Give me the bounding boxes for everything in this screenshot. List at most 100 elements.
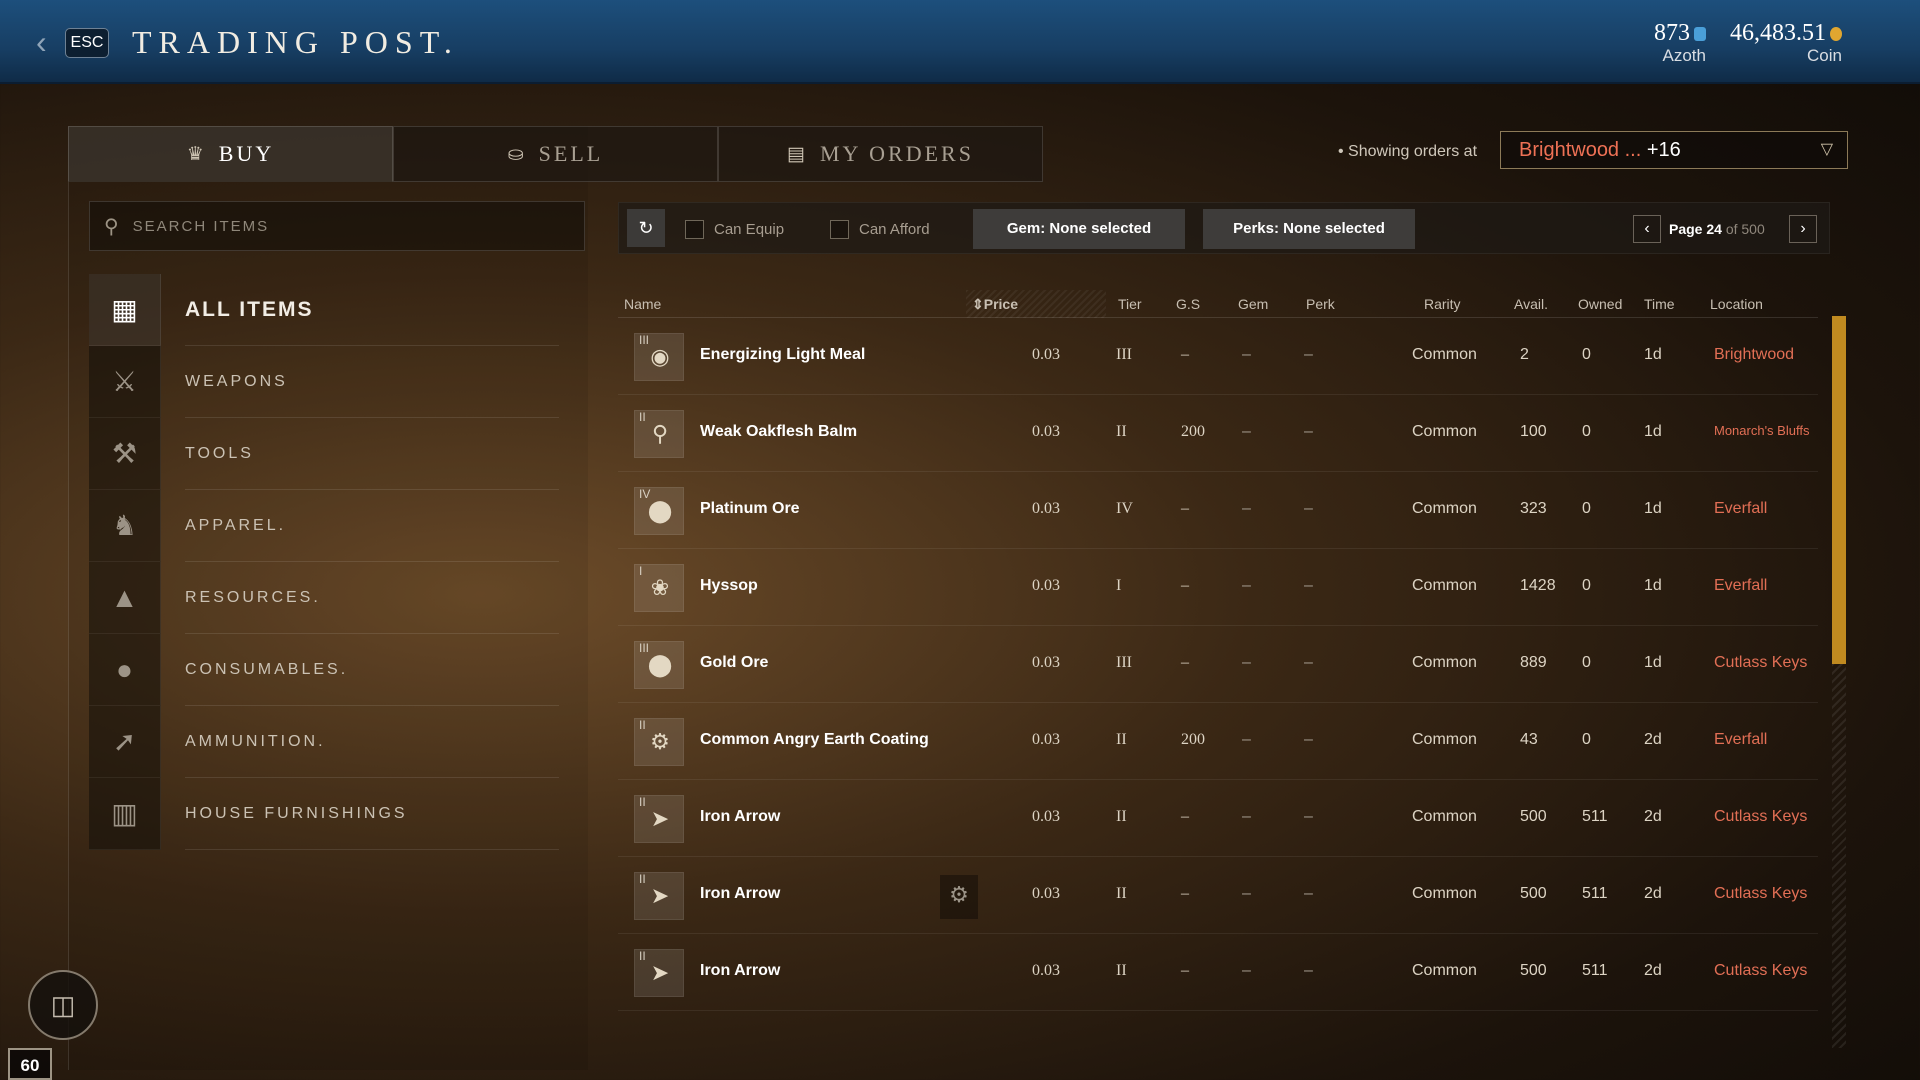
item-rarity: Common	[1412, 808, 1477, 825]
item-tier: III	[1116, 346, 1132, 363]
item-tier: IV	[1116, 500, 1133, 517]
col-location[interactable]: Location	[1710, 296, 1763, 312]
perks-filter-button[interactable]: Perks: None selected	[1203, 209, 1415, 249]
tab-label: MY ORDERS	[820, 141, 974, 166]
azoth-label: Azoth	[1662, 46, 1706, 65]
item-time: 2d	[1644, 885, 1662, 902]
item-price: 0.03	[1032, 808, 1060, 825]
tab-sell[interactable]: ⛀ SELL	[393, 126, 718, 182]
next-page-button[interactable]: ›	[1789, 215, 1817, 243]
table-row[interactable]: III ⬤ Gold Ore 0.03 III – – – Common 889 0 1d Cutlas…	[618, 626, 1818, 703]
item-gear-score: –	[1181, 885, 1189, 902]
item-rarity: Common	[1412, 346, 1477, 363]
item-rarity: Common	[1412, 885, 1477, 902]
table-scrollbar[interactable]	[1832, 316, 1846, 1048]
col-gs[interactable]: G.S	[1176, 296, 1200, 312]
col-price-label: Price	[983, 296, 1018, 312]
page-title: TRADING POST.	[132, 24, 459, 60]
category-label: HOUSE FURNISHINGS	[185, 778, 559, 850]
can-equip-checkbox[interactable]: Can Equip	[685, 220, 784, 239]
item-tier: II	[1116, 885, 1127, 902]
table-row[interactable]: II ➤ Iron Arrow 0.03 II – – – Common 500 511 2d Cutl…	[618, 934, 1818, 1011]
item-gem: –	[1242, 962, 1251, 979]
item-available: 500	[1520, 808, 1547, 825]
table-row[interactable]: III ◉ Energizing Light Meal 0.03 III – – – Commo…	[618, 318, 1818, 395]
can-afford-checkbox[interactable]: Can Afford	[830, 220, 930, 239]
item-time: 1d	[1644, 500, 1662, 517]
page-number: 24	[1706, 221, 1722, 237]
item-icon: I ❀	[634, 564, 684, 612]
tab-buy[interactable]: ♛ BUY	[68, 126, 393, 182]
refresh-button[interactable]: ↻	[627, 209, 665, 247]
item-perk: –	[1304, 808, 1313, 825]
table-row[interactable]: II ⚙ Common Angry Earth Coating 0.03 II 200 – –…	[618, 703, 1818, 780]
col-avail[interactable]: Avail.	[1514, 296, 1548, 312]
item-available: 889	[1520, 654, 1547, 671]
col-price-sorted[interactable]: ⇕Price	[966, 290, 1106, 318]
col-perk[interactable]: Perk	[1306, 296, 1335, 312]
item-owned: 511	[1582, 885, 1608, 902]
item-gem: –	[1242, 500, 1251, 517]
category-weapons[interactable]: ⚔ WEAPONS	[89, 346, 585, 418]
chat-button[interactable]: ◫	[28, 970, 98, 1040]
item-icon: II ➤	[634, 872, 684, 920]
category-house-furnishings[interactable]: ▥ HOUSE FURNISHINGS	[89, 778, 585, 850]
category-consumables[interactable]: ● CONSUMABLES.	[89, 634, 585, 706]
col-rarity[interactable]: Rarity	[1424, 296, 1461, 312]
table-row[interactable]: II ➤ ⚙ Iron Arrow 0.03 II – – – Common 500 511 2d Cut…	[618, 857, 1818, 934]
item-time: 1d	[1644, 654, 1662, 671]
category-tools[interactable]: ⚒ TOOLS	[89, 418, 585, 490]
item-time: 2d	[1644, 731, 1662, 748]
item-rarity: Common	[1412, 577, 1477, 594]
category-apparel[interactable]: ♞ APPAREL.	[89, 490, 585, 562]
table-row[interactable]: I ❀ Hyssop 0.03 I – – – Common 1428 0 1d Everfall	[618, 549, 1818, 626]
item-name: Iron Arrow	[700, 808, 781, 825]
col-owned[interactable]: Owned	[1578, 296, 1622, 312]
table-row[interactable]: IV ⬤ Platinum Ore 0.03 IV – – – Common 323 0 1d Ever…	[618, 472, 1818, 549]
tab-my-orders[interactable]: ▤ MY ORDERS	[718, 126, 1043, 182]
item-glyph-icon: ⚲	[651, 421, 669, 446]
item-owned: 0	[1582, 346, 1591, 363]
item-gear-score: –	[1181, 577, 1189, 594]
item-name: Iron Arrow	[700, 962, 781, 979]
item-price: 0.03	[1032, 423, 1060, 440]
item-gear-score: 200	[1181, 731, 1205, 748]
orders-table: Name ⇕Price Tier G.S Gem Perk Rarity Ava…	[618, 290, 1818, 1046]
item-icon: II ⚙	[634, 718, 684, 766]
category-ammunition[interactable]: ➚ AMMUNITION.	[89, 706, 585, 778]
item-gear-score: –	[1181, 654, 1189, 671]
item-owned: 0	[1582, 423, 1591, 440]
category-label: WEAPONS	[185, 346, 559, 418]
col-tier[interactable]: Tier	[1118, 296, 1142, 312]
prev-page-button[interactable]: ‹	[1633, 215, 1661, 243]
table-row[interactable]: II ⚲ Weak Oakflesh Balm 0.03 II 200 – – Common 10…	[618, 395, 1818, 472]
pouch-icon: ●	[89, 634, 161, 706]
page-indicator: Page 24 of 500	[1669, 221, 1765, 237]
gem-slot-icon: ⚙	[940, 875, 978, 919]
item-gear-score: –	[1181, 500, 1189, 517]
category-label: RESOURCES.	[185, 562, 559, 634]
category-all-items[interactable]: ▦ ALL ITEMS	[89, 274, 585, 346]
item-location: Cutlass Keys	[1714, 654, 1808, 671]
item-price: 0.03	[1032, 885, 1060, 902]
item-location: Everfall	[1714, 500, 1768, 517]
item-name: Common Angry Earth Coating	[700, 731, 929, 748]
sell-icon: ⛀	[507, 143, 527, 165]
gem-filter-button[interactable]: Gem: None selected	[973, 209, 1185, 249]
item-perk: –	[1304, 885, 1313, 902]
item-tier: II	[1116, 423, 1127, 440]
item-perk: –	[1304, 731, 1313, 748]
item-glyph-icon: ⬤	[647, 498, 673, 523]
col-time[interactable]: Time	[1644, 296, 1675, 312]
search-input[interactable]: ⚲ SEARCH ITEMS	[89, 201, 585, 251]
col-gem[interactable]: Gem	[1238, 296, 1268, 312]
col-name[interactable]: Name	[624, 296, 661, 312]
scrollbar-thumb[interactable]	[1832, 316, 1846, 664]
back-chevron-icon[interactable]: ‹	[36, 26, 47, 58]
category-resources[interactable]: ▲ RESOURCES.	[89, 562, 585, 634]
location-select[interactable]: Brightwood ... +16 ▽	[1500, 131, 1848, 169]
esc-button[interactable]: ESC	[65, 28, 109, 58]
chair-icon: ▥	[89, 778, 161, 850]
item-price: 0.03	[1032, 346, 1060, 363]
table-row[interactable]: II ➤ Iron Arrow 0.03 II – – – Common 500 511 2d Cutl…	[618, 780, 1818, 857]
